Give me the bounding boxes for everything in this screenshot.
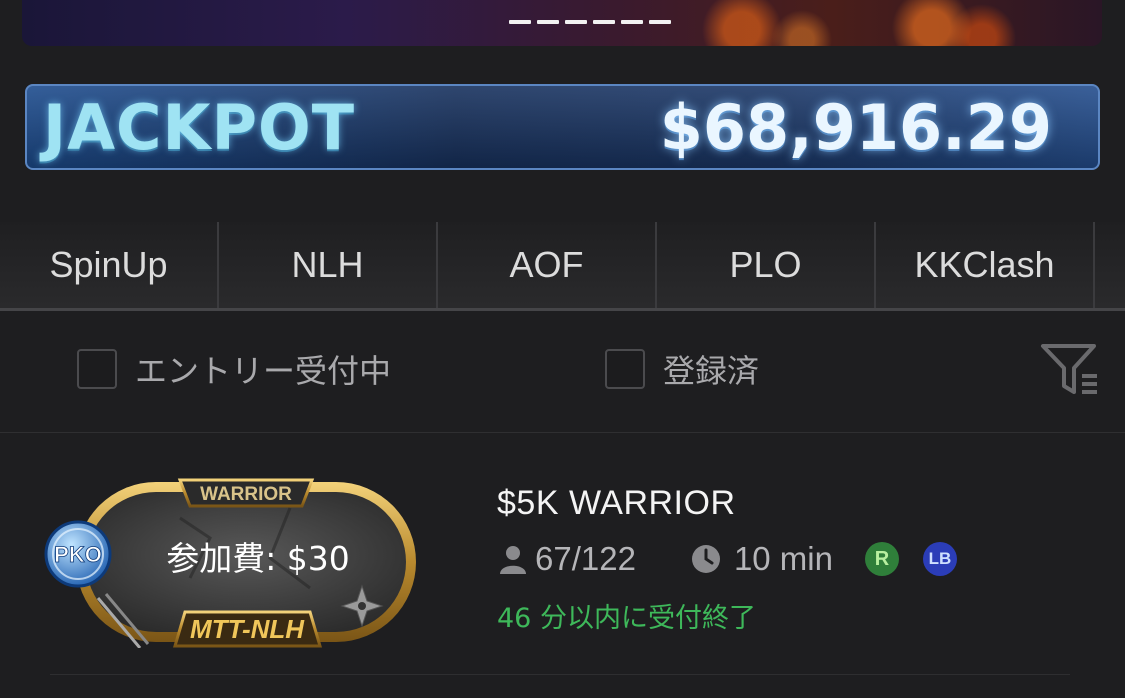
entry-open-checkbox[interactable] bbox=[77, 349, 117, 389]
tab-kkclash[interactable]: KKClash bbox=[876, 222, 1095, 308]
list-divider bbox=[50, 674, 1070, 675]
pagination-dot[interactable] bbox=[537, 20, 559, 24]
pagination-dot[interactable] bbox=[565, 20, 587, 24]
entry-fee: 参加費: $30 bbox=[166, 539, 350, 578]
tab-spinup[interactable]: SpinUp bbox=[0, 222, 219, 308]
game-type-label: MTT-NLH bbox=[190, 614, 305, 644]
badge-top-label: WARRIOR bbox=[200, 484, 292, 505]
jackpot-banner[interactable]: JACKPOT $68,916.29 bbox=[25, 84, 1100, 170]
leaderboard-badge: LB bbox=[923, 542, 957, 576]
jackpot-label: JACKPOT bbox=[43, 90, 356, 164]
registered-checkbox[interactable] bbox=[605, 349, 645, 389]
blind-duration: 10 min bbox=[733, 540, 833, 577]
entry-open-filter[interactable]: エントリー受付中 bbox=[77, 346, 391, 392]
tab-nlh[interactable]: NLH bbox=[219, 222, 438, 308]
tournament-list-item[interactable]: PKO WARRIOR 参加費: $30 MTT-NLH $5K WARRIOR… bbox=[0, 434, 1125, 674]
banner-pagination bbox=[509, 20, 671, 24]
filter-button[interactable] bbox=[1040, 342, 1100, 398]
person-icon bbox=[500, 546, 526, 574]
pko-label: PKO bbox=[54, 542, 102, 567]
rebuy-badge: R bbox=[865, 542, 899, 576]
promo-banner[interactable] bbox=[22, 0, 1102, 46]
pagination-dot[interactable] bbox=[593, 20, 615, 24]
funnel-filter-icon bbox=[1041, 344, 1097, 394]
registration-countdown: 46 分以内に受付終了 bbox=[497, 603, 756, 634]
player-count: 67/122 bbox=[535, 540, 636, 577]
pagination-dot[interactable] bbox=[621, 20, 643, 24]
jackpot-amount: $68,916.29 bbox=[659, 90, 1052, 164]
tournament-badge: PKO WARRIOR 参加費: $30 MTT-NLH bbox=[44, 478, 416, 648]
entry-open-label: エントリー受付中 bbox=[135, 352, 392, 390]
pagination-dot[interactable] bbox=[649, 20, 671, 24]
tab-aof[interactable]: AOF bbox=[438, 222, 657, 308]
game-type-tabs: SpinUp NLH AOF PLO KKClash bbox=[0, 222, 1125, 311]
tournament-title: $5K WARRIOR bbox=[497, 484, 736, 522]
pagination-dot[interactable] bbox=[509, 20, 531, 24]
filter-bar: エントリー受付中 登録済 bbox=[0, 310, 1125, 433]
registered-filter[interactable]: 登録済 bbox=[605, 346, 759, 392]
clock-icon bbox=[691, 545, 720, 573]
tab-overflow[interactable] bbox=[1095, 222, 1125, 308]
tournament-meta: 67/122 10 min R LB bbox=[497, 540, 957, 578]
registered-label: 登録済 bbox=[663, 352, 760, 390]
tab-plo[interactable]: PLO bbox=[657, 222, 876, 308]
